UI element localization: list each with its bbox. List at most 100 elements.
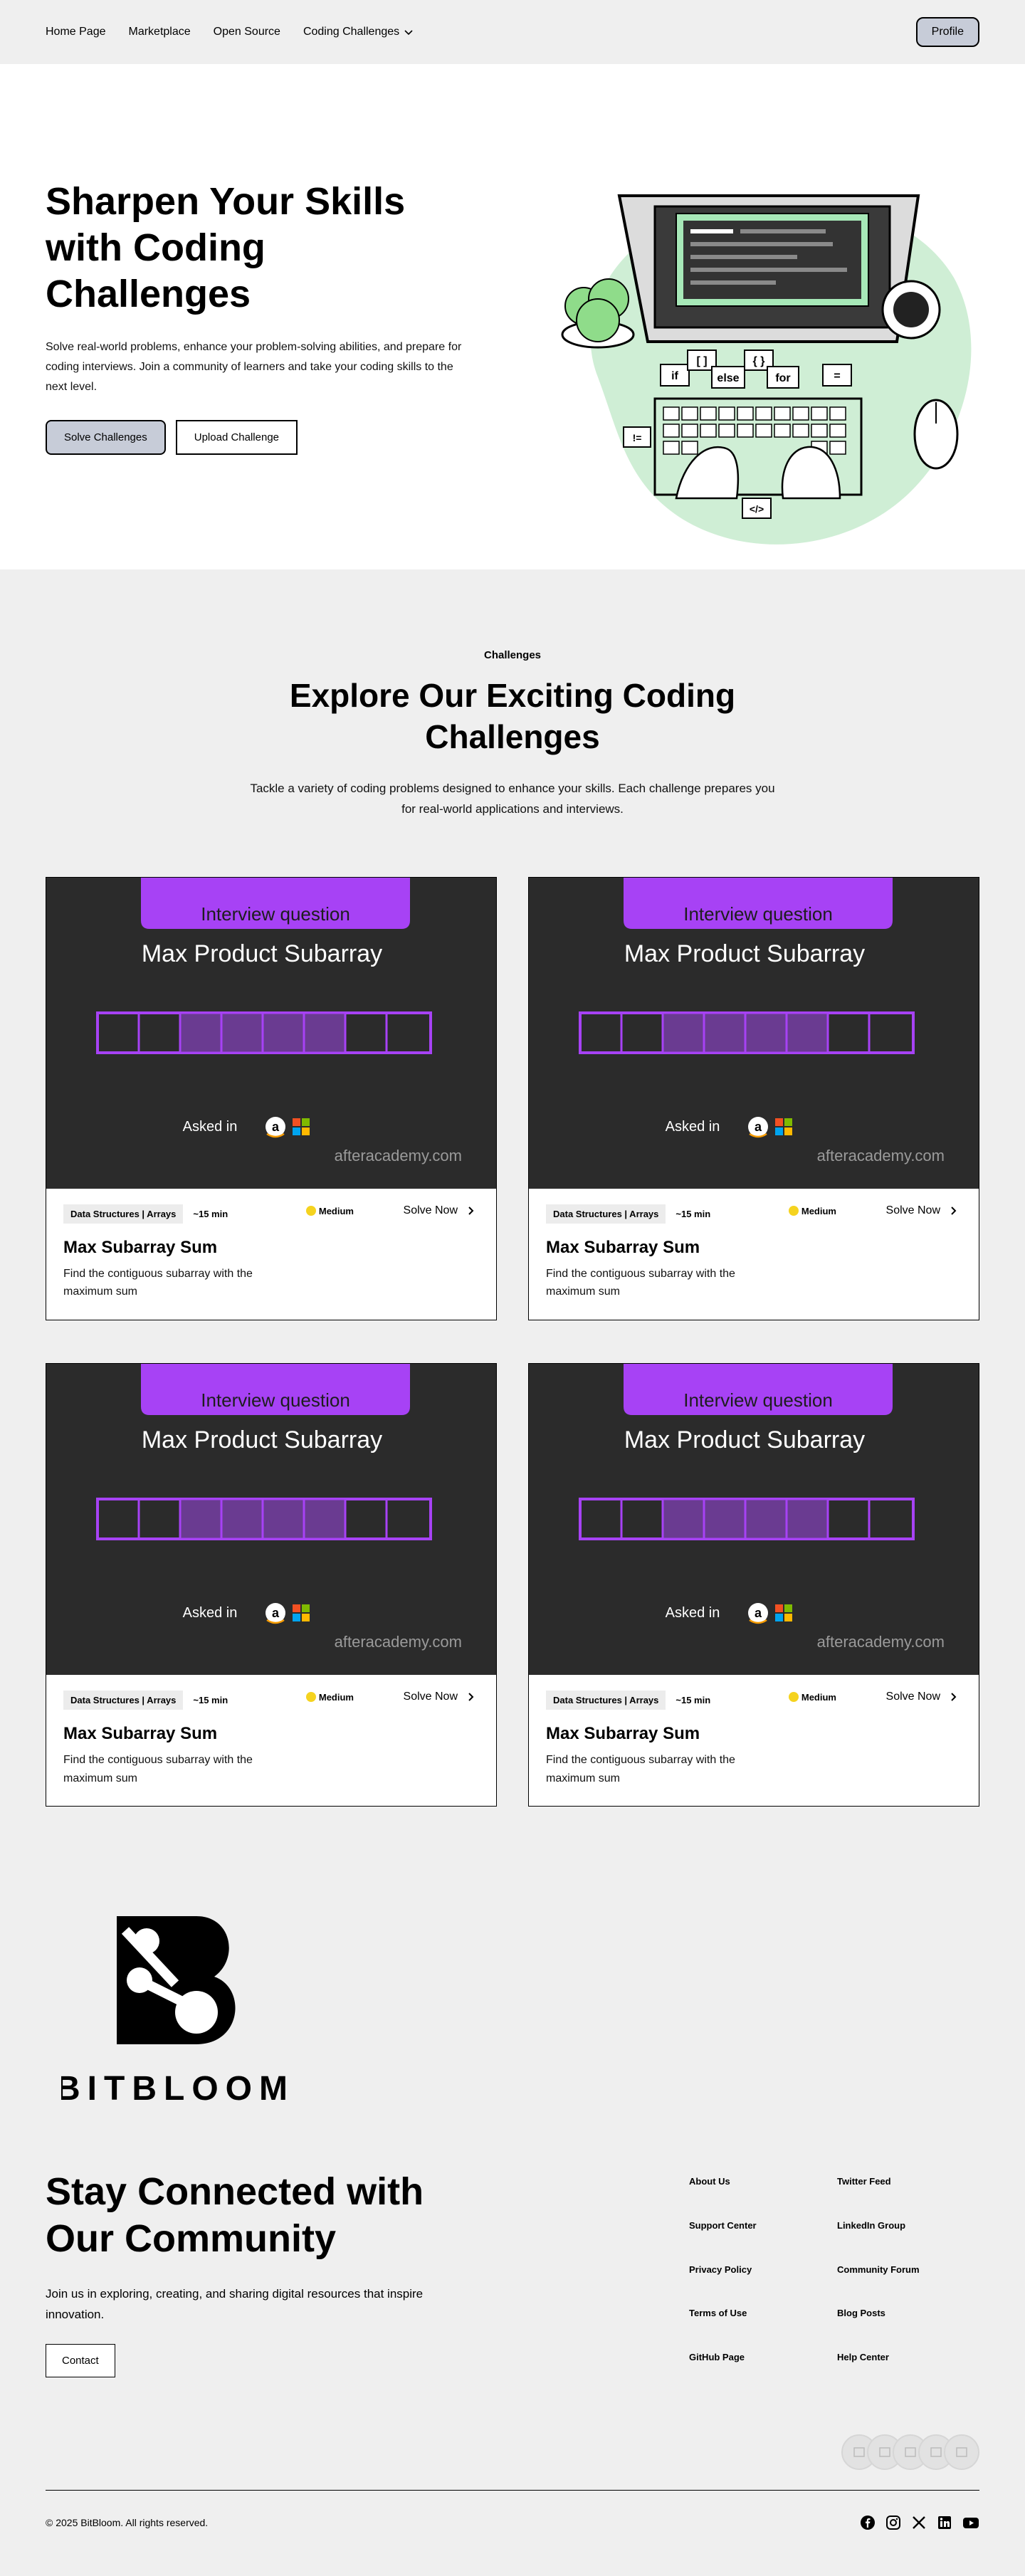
difficulty-dot-icon [788, 1206, 799, 1216]
difficulty-dot-icon [305, 1206, 316, 1216]
nav-link-home[interactable]: Home Page [46, 26, 106, 38]
solve-now-link[interactable]: Solve Now [886, 1204, 957, 1217]
challenge-title: Max Subarray Sum [63, 1723, 218, 1743]
footer-link-linkedin-group[interactable]: LinkedIn Group [837, 2220, 972, 2246]
footer-title: Stay Connected with Our Community [46, 2170, 424, 2261]
challenge-card-body: Data Structures | Arrays ~15 min Medium … [46, 1675, 496, 1806]
bubble-tag: </> [750, 503, 764, 515]
bubble-equals: = [834, 370, 840, 382]
challenge-card[interactable]: Interview question Max Product Subarray … [46, 876, 497, 1320]
challenge-card[interactable]: Interview question Max Product Subarray … [528, 876, 979, 1320]
top-nav: Home Page Marketplace Open Source Coding… [0, 0, 1025, 64]
challenges-text: Tackle a variety of coding problems desi… [250, 782, 775, 816]
footer-link-github-page[interactable]: GitHub Page [689, 2352, 837, 2377]
avatar [944, 2434, 979, 2470]
footer-cta: Stay Connected with Our Community Join u… [46, 2169, 487, 2377]
challenge-title: Max Subarray Sum [63, 1237, 218, 1257]
footer-link-blog-posts[interactable]: Blog Posts [837, 2308, 972, 2333]
facebook-icon[interactable] [860, 2515, 876, 2530]
footer-link-privacy-policy[interactable]: Privacy Policy [689, 2264, 837, 2290]
image-placeholder-icon [956, 2446, 967, 2457]
thumbnail-title: Max Product Subarray [142, 1426, 382, 1453]
hero-text: Solve real-world problems, enhance your … [46, 340, 462, 393]
image-placeholder-icon [879, 2446, 890, 2457]
footer-link-help-center[interactable]: Help Center [837, 2352, 972, 2377]
svg-text:a: a [272, 1606, 280, 1620]
challenge-title: Max Subarray Sum [546, 1237, 700, 1257]
solve-now-label: Solve Now [885, 1204, 940, 1216]
image-placeholder-icon [930, 2446, 942, 2457]
solve-now-link[interactable]: Solve Now [886, 1691, 957, 1703]
challenge-thumbnail: Interview question Max Product Subarray … [529, 1363, 979, 1675]
thumbnail-asked-in: Asked in [666, 1119, 720, 1135]
thumbnail-asked-in: Asked in [666, 1605, 720, 1621]
footer-link-about-us[interactable]: About Us [689, 2176, 837, 2202]
x-icon[interactable] [911, 2515, 927, 2530]
thumbnail-banner: Interview question [201, 1389, 350, 1411]
solve-now-label: Solve Now [885, 1690, 940, 1703]
solve-now-link[interactable]: Solve Now [404, 1204, 475, 1217]
thumbnail-asked-in: Asked in [183, 1119, 238, 1135]
difficulty-badge: Medium [305, 1205, 354, 1216]
footer-link-support-center[interactable]: Support Center [689, 2220, 837, 2246]
difficulty-badge: Medium [788, 1692, 836, 1703]
profile-button[interactable]: Profile [915, 17, 979, 47]
youtube-icon[interactable] [962, 2515, 979, 2530]
upload-challenge-button[interactable]: Upload Challenge [175, 419, 298, 455]
challenge-card-body: Data Structures | Arrays ~15 min Medium … [529, 1675, 979, 1806]
footer-link-community-forum[interactable]: Community Forum [837, 2264, 972, 2290]
thumbnail-site: afteracademy.com [817, 1147, 945, 1165]
difficulty-label: Medium [801, 1205, 836, 1216]
difficulty-badge: Medium [305, 1691, 354, 1703]
footer-link-twitter-feed[interactable]: Twitter Feed [837, 2176, 972, 2202]
challenge-description: Find the contiguous subarray with the ma… [546, 1267, 735, 1298]
nav-link-marketplace[interactable]: Marketplace [129, 26, 191, 38]
challenge-title: Max Subarray Sum [546, 1723, 700, 1743]
image-placeholder-icon [905, 2446, 916, 2457]
footer-links: About Us Twitter Feed Support Center Lin… [689, 2176, 972, 2377]
hero-buttons: Solve Challenges Upload Challenge [46, 419, 473, 455]
difficulty-dot-icon [788, 1692, 799, 1703]
challenge-card[interactable]: Interview question Max Product Subarray … [528, 1362, 979, 1807]
difficulty-label: Medium [318, 1205, 354, 1216]
nav-link-open-source[interactable]: Open Source [214, 26, 280, 38]
solve-challenges-button[interactable]: Solve Challenges [46, 419, 166, 455]
footer-top: Stay Connected with Our Community Join u… [46, 2169, 979, 2377]
footer-divider [46, 2489, 979, 2491]
svg-text:a: a [272, 1120, 280, 1134]
footer-link-terms-of-use[interactable]: Terms of Use [689, 2308, 837, 2333]
nav-link-coding-challenges-label: Coding Challenges [303, 26, 400, 38]
solve-now-link[interactable]: Solve Now [404, 1691, 475, 1703]
nav-link-coding-challenges[interactable]: Coding Challenges [303, 26, 414, 38]
difficulty-label: Medium [318, 1691, 354, 1703]
challenge-thumbnail: Interview question Max Product Subarray … [46, 877, 496, 1189]
category-tag: Data Structures | Arrays [546, 1690, 666, 1710]
challenge-thumbnail: Interview question Max Product Subarray … [529, 877, 979, 1189]
bubble-braces: { } [753, 355, 765, 367]
thumbnail-asked-in: Asked in [183, 1605, 238, 1621]
thumbnail-site: afteracademy.com [817, 1633, 945, 1651]
hero-section: Sharpen Your Skills with Coding Challeng… [0, 64, 1025, 569]
thumbnail-site: afteracademy.com [335, 1633, 462, 1651]
bubble-brackets: [ ] [696, 355, 707, 367]
duration: ~15 min [676, 1208, 711, 1219]
thumbnail-title: Max Product Subarray [624, 1426, 865, 1453]
challenge-card[interactable]: Interview question Max Product Subarray … [46, 1362, 497, 1807]
contact-button[interactable]: Contact [46, 2343, 115, 2377]
social-links [860, 2515, 979, 2530]
bubble-else: else [717, 372, 739, 384]
amazon-icon: a [266, 1116, 285, 1138]
footer-text: Join us in exploring, creating, and shar… [46, 2286, 424, 2321]
hero-illustration: if [ ] else { } for = != </> [561, 194, 972, 545]
difficulty-dot-icon [305, 1692, 316, 1703]
hero-title: Sharpen Your Skills with Coding Challeng… [46, 180, 406, 315]
bubble-not-equals: != [633, 432, 642, 443]
instagram-icon[interactable] [885, 2515, 901, 2530]
svg-text:a: a [755, 1120, 762, 1134]
footer-bottom: © 2025 BitBloom. All rights reserved. [46, 2515, 979, 2530]
bubble-if: if [671, 370, 678, 382]
thumbnail-banner: Interview question [683, 903, 833, 925]
duration: ~15 min [193, 1208, 228, 1219]
linkedin-icon[interactable] [937, 2515, 952, 2530]
challenge-description: Find the contiguous subarray with the ma… [63, 1753, 253, 1784]
